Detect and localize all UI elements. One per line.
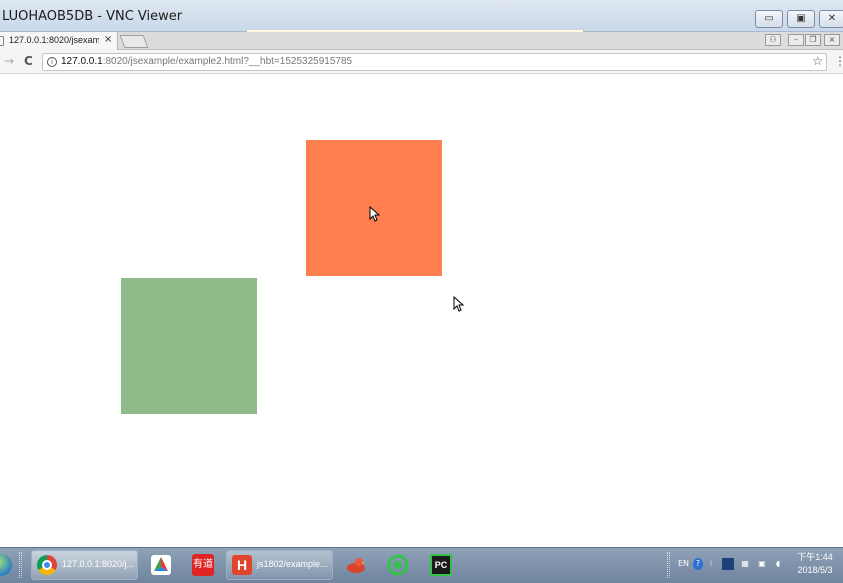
tray-window-icon[interactable]: ▦ — [739, 558, 751, 570]
browser-toolbar: → C i 127.0.0.1:8020/jsexample/example2.… — [0, 50, 843, 74]
start-button[interactable] — [0, 554, 12, 576]
vnc-title-bar: LUOHAOB5DB - VNC Viewer ▭ ▣ ✕ — [0, 0, 843, 32]
minimize-icon: ▭ — [764, 13, 774, 24]
restore-icon: ❐ — [809, 35, 817, 44]
close-icon: × — [828, 35, 836, 44]
wechat-icon[interactable] — [387, 554, 409, 576]
help-icon[interactable]: ? — [693, 558, 703, 570]
new-tab-button[interactable] — [119, 35, 149, 48]
close-icon: ✕ — [827, 13, 837, 24]
tab-strip: 127.0.0.1:8020/jsexamp × ⚇ – ❐ × — [0, 32, 843, 50]
volume-icon[interactable]: ◖ — [772, 558, 784, 570]
pycharm-icon[interactable]: PC — [430, 554, 452, 576]
info-icon[interactable]: i — [47, 57, 57, 67]
language-indicator[interactable]: EN — [678, 558, 689, 570]
color-wheel-icon[interactable] — [150, 554, 172, 576]
clock-time: 下午1:44 — [797, 552, 833, 562]
forward-icon[interactable]: → — [4, 54, 14, 68]
window-title: LUOHAOB5DB - VNC Viewer — [2, 9, 183, 24]
chrome-icon — [37, 555, 57, 575]
profile-button[interactable]: ⚇ — [765, 34, 781, 46]
task-hbuilder[interactable]: H js1802/example... — [226, 550, 333, 580]
minimize-button[interactable]: ▭ — [755, 10, 783, 28]
url-text[interactable]: 127.0.0.1:8020/jsexample/example2.html?_… — [61, 56, 352, 67]
user-icon: ⚇ — [769, 35, 777, 44]
page-viewport — [0, 75, 843, 547]
taskbar: 127.0.0.1:8020/j... 有道 H js1802/example.… — [0, 547, 843, 583]
close-button[interactable]: ✕ — [819, 10, 843, 28]
network-icon[interactable]: ▣ — [756, 558, 768, 570]
tab-close-icon[interactable]: × — [104, 34, 112, 45]
chrome-close-button[interactable]: × — [824, 34, 840, 46]
ime-icon[interactable]: ⁝ — [709, 558, 713, 570]
clock-date: 2018/5/3 — [797, 565, 833, 575]
task-label: 127.0.0.1:8020/j... — [62, 559, 135, 569]
url-path: :8020/jsexample/example2.html?__hbt=1525… — [102, 56, 353, 67]
tray-grip — [667, 552, 670, 578]
page-icon — [0, 36, 4, 46]
tab-label: 127.0.0.1:8020/jsexamp — [9, 35, 99, 45]
clock[interactable]: 下午1:44 2018/5/3 — [790, 551, 840, 577]
url-host: 127.0.0.1 — [61, 56, 103, 67]
task-label: js1802/example... — [257, 559, 328, 569]
green-box[interactable] — [121, 278, 257, 414]
restore-icon: ▣ — [796, 13, 806, 24]
chrome-restore-button[interactable]: ❐ — [805, 34, 821, 46]
task-chrome[interactable]: 127.0.0.1:8020/j... — [31, 550, 138, 580]
chrome-minimize-button[interactable]: – — [788, 34, 804, 46]
taskbar-grip — [19, 552, 22, 578]
address-bar[interactable]: i 127.0.0.1:8020/jsexample/example2.html… — [42, 53, 827, 71]
browser-tab[interactable]: 127.0.0.1:8020/jsexamp × — [0, 32, 118, 50]
tray-app-icon[interactable] — [722, 558, 734, 570]
reload-icon[interactable]: C — [24, 54, 33, 68]
menu-icon[interactable]: ⋮ — [834, 54, 843, 68]
bird-icon[interactable] — [345, 554, 367, 576]
youdao-icon[interactable]: 有道 — [192, 554, 214, 576]
minimize-icon: – — [794, 35, 798, 44]
hbuilder-icon: H — [232, 555, 252, 575]
restore-button[interactable]: ▣ — [787, 10, 815, 28]
bookmark-star-icon[interactable]: ☆ — [812, 54, 823, 68]
